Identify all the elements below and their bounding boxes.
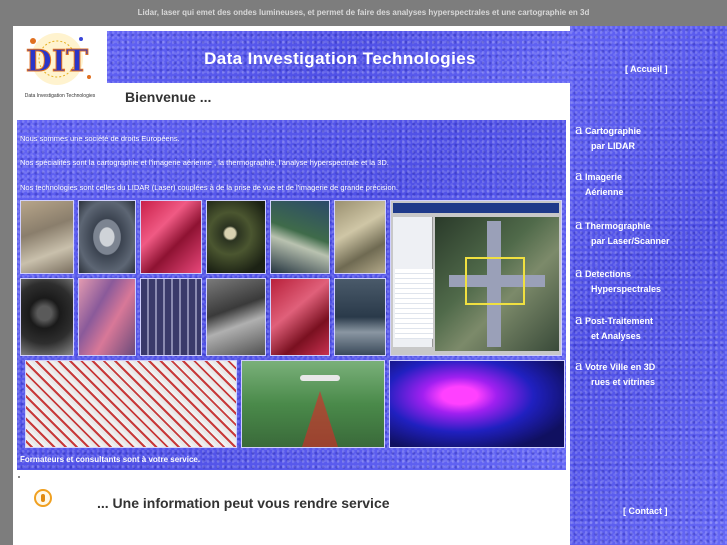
menu-line-1: Post-Traitement: [585, 316, 654, 326]
harbor-aerial-photo: [334, 278, 386, 356]
logo-caption: Data Investigation Technologies: [24, 93, 96, 99]
red-infrared-aerial-photo: [140, 200, 202, 274]
intro-panel: Nous sommes une société de droits Europé…: [17, 120, 566, 470]
lidar-aircraft-scan-illustration: [241, 360, 385, 448]
top-banner-text: Lidar, laser qui emet des ondes lumineus…: [137, 8, 590, 17]
bullet-a-icon: a: [575, 123, 583, 138]
intro-line-3: Nos technologies sont celles du LIDAR (L…: [20, 183, 398, 192]
dark-terrain-photo: [206, 200, 266, 274]
bullet-a-icon: a: [575, 266, 583, 281]
bullet-a-icon: a: [575, 359, 583, 374]
site-title: Data Investigation Technologies: [204, 49, 476, 68]
image-gallery: [20, 200, 565, 460]
bullet-a-icon: a: [575, 169, 583, 184]
intro-line-1: Nous sommes une société de droits Europé…: [20, 134, 180, 143]
menu-line-2: par Laser/Scanner: [591, 236, 670, 246]
accueil-link[interactable]: [ Accueil ]: [625, 64, 668, 74]
urban-3d-aerial-photo: [206, 278, 266, 356]
info-icon: [34, 489, 52, 507]
intro-footer-text: Formateurs et consultants sont à votre s…: [20, 455, 201, 464]
menu-line-1: Thermographie: [585, 221, 651, 231]
menu-line-2: rues et vitrines: [591, 377, 656, 387]
logo-graphic: DIT: [25, 33, 91, 85]
city-grid-aerial-photo: [140, 278, 202, 356]
bullet-a-icon: a: [575, 218, 583, 233]
satellite-coast-photo: [270, 200, 330, 274]
thermal-hyperspectral-image: [389, 360, 565, 448]
menu-line-1: Votre Ville en 3D: [585, 362, 656, 372]
bullet-a-icon: a: [575, 313, 583, 328]
menu-line-1: Cartographie: [585, 126, 642, 136]
menu-line-2: Hyperspectrales: [591, 284, 662, 294]
header-banner: Data Investigation Technologies: [107, 31, 570, 83]
lidar-sensor-device-photo: [20, 278, 74, 356]
divider-dot: [18, 476, 20, 478]
stadium-aerial-photo: [78, 200, 136, 274]
building-footprint-map: [25, 360, 237, 448]
info-tagline: ... Une information peut vous rendre ser…: [97, 495, 390, 511]
menu-line-2: par LIDAR: [591, 141, 636, 151]
logo-letters: DIT: [26, 44, 89, 79]
sidebar-nav: [ Accueil ] a Cartographie par LIDAR a I…: [570, 26, 727, 545]
pink-infrared-fields-photo: [78, 278, 136, 356]
menu-line-2: Aérienne: [585, 187, 624, 197]
main-content: DIT Data Investigation Technologies Data…: [13, 26, 570, 545]
red-urban-photo: [270, 278, 330, 356]
company-logo[interactable]: DIT Data Investigation Technologies: [19, 29, 101, 101]
gis-software-screenshot[interactable]: [390, 200, 562, 356]
welcome-heading: Bienvenue ...: [125, 89, 212, 105]
intro-line-2: Nos spécialités sont la cartographie et …: [20, 158, 389, 167]
aerial-urban-photo: [20, 200, 74, 274]
contact-link[interactable]: [ Contact ]: [623, 506, 668, 516]
menu-line-2: et Analyses: [591, 331, 641, 341]
menu-line-1: Imagerie: [585, 172, 623, 182]
menu-line-1: Detections: [585, 269, 632, 279]
ruins-aerial-photo: [334, 200, 386, 274]
